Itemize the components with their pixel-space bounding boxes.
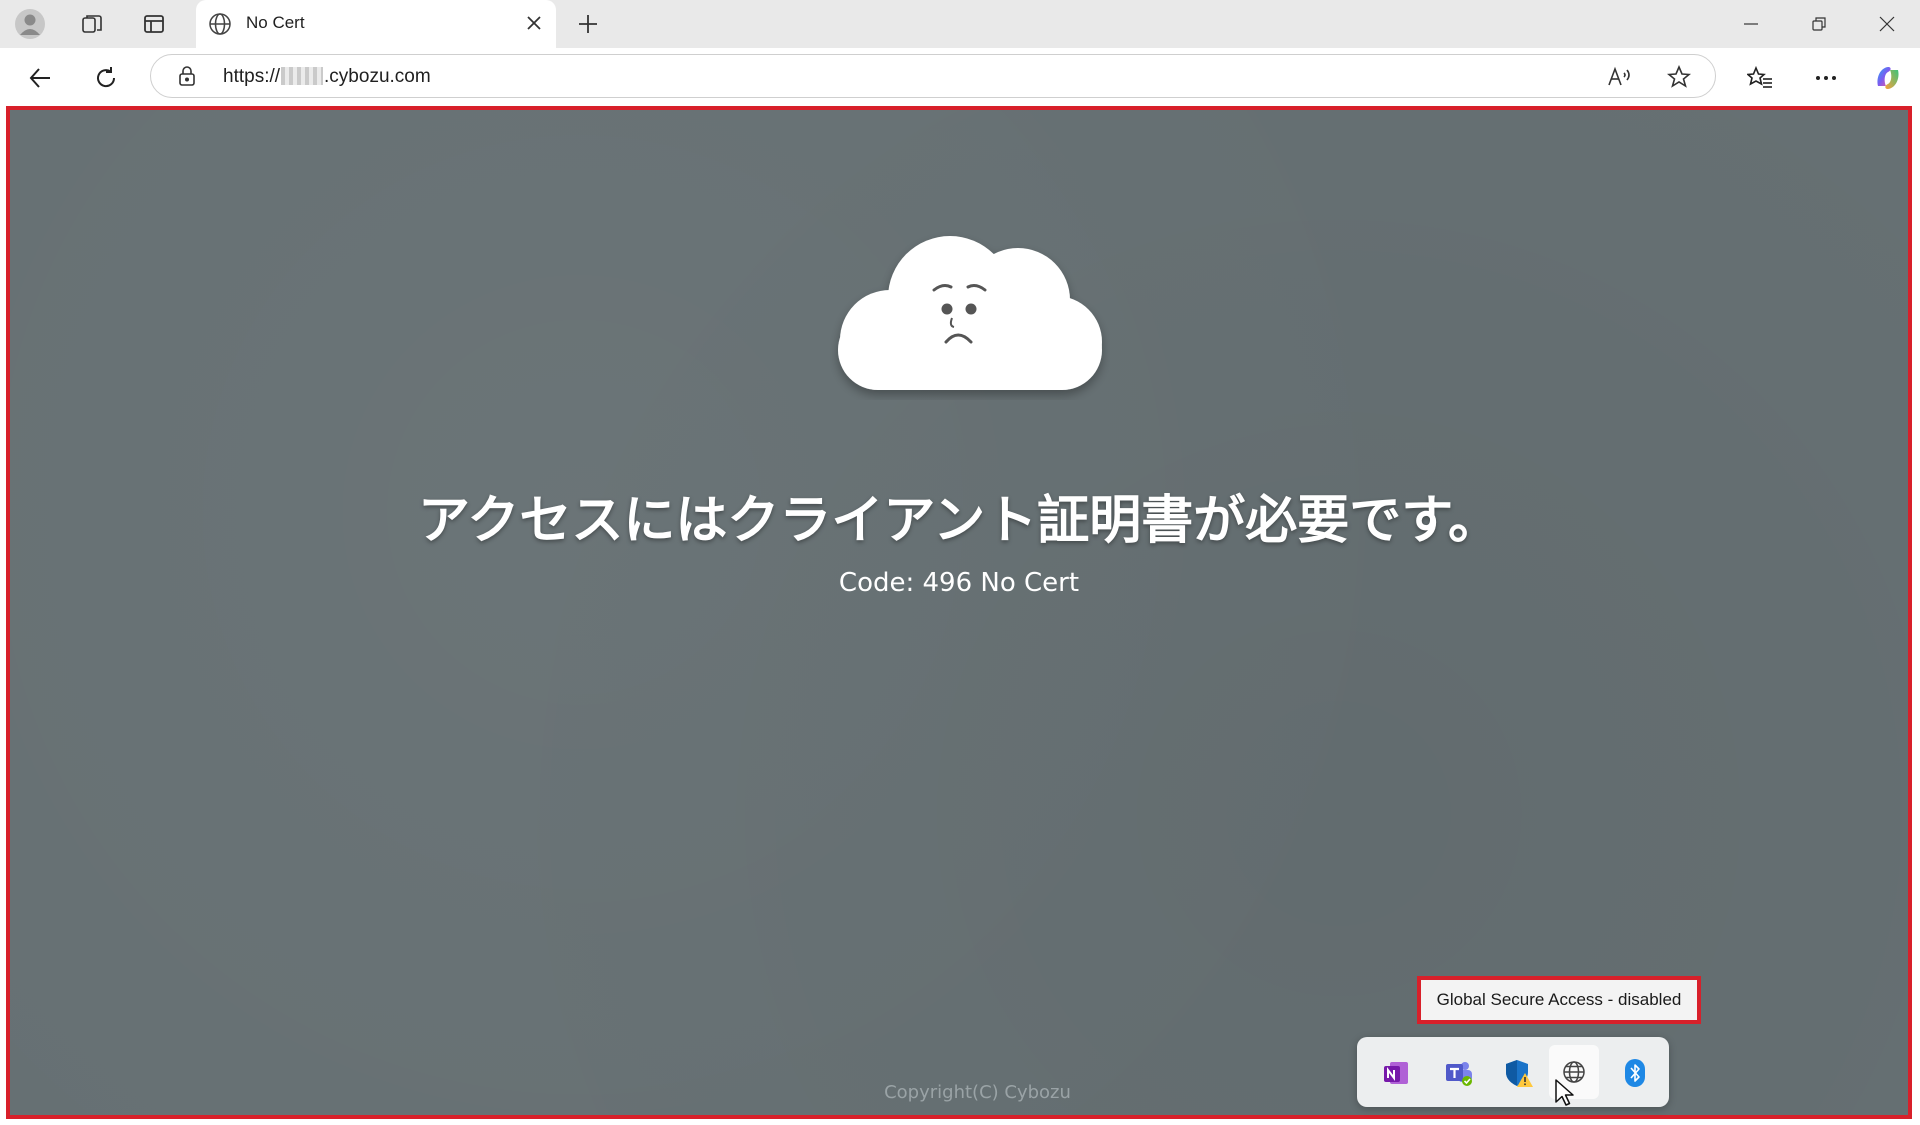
- workspaces-icon[interactable]: [76, 8, 108, 40]
- error-code: Code: 496 No Cert: [838, 568, 1080, 598]
- url-text[interactable]: https:// .cybozu.com: [223, 66, 431, 88]
- onenote-icon[interactable]: [1379, 1055, 1415, 1091]
- defender-warning-icon[interactable]: [1501, 1055, 1537, 1091]
- url-scheme: https://: [223, 66, 281, 87]
- close-tab-icon[interactable]: [524, 13, 544, 37]
- close-window-icon[interactable]: [1864, 6, 1910, 42]
- tooltip-text: Global Secure Access - disabled: [1436, 990, 1682, 1009]
- lock-icon[interactable]: [177, 65, 197, 91]
- url-redacted-subdomain: [281, 67, 324, 85]
- url-domain: .cybozu.com: [324, 66, 431, 87]
- tab-title: No Cert: [246, 13, 305, 32]
- bluetooth-icon[interactable]: [1617, 1055, 1653, 1091]
- favorite-star-icon[interactable]: [1666, 64, 1692, 93]
- tab-no-cert[interactable]: No Cert: [196, 0, 556, 48]
- tab-bar: No Cert: [0, 0, 1920, 48]
- system-tray-flyout: [1357, 1037, 1669, 1107]
- teams-icon[interactable]: [1441, 1055, 1477, 1091]
- more-options-icon[interactable]: [1808, 60, 1844, 96]
- sad-cloud-icon: [838, 236, 1102, 390]
- refresh-icon[interactable]: [88, 60, 124, 96]
- restore-icon[interactable]: [1796, 6, 1842, 42]
- back-icon[interactable]: [22, 60, 58, 96]
- globe-icon: [208, 12, 232, 40]
- address-bar[interactable]: https:// .cybozu.com: [150, 54, 1716, 98]
- tray-tooltip: Global Secure Access - disabled: [1417, 976, 1701, 1024]
- tab-actions-icon[interactable]: [138, 8, 170, 40]
- copilot-icon[interactable]: [1870, 60, 1906, 96]
- mouse-cursor-icon: [1555, 1079, 1574, 1106]
- read-aloud-icon[interactable]: [1607, 65, 1633, 93]
- navigation-bar: https:// .cybozu.com: [0, 48, 1920, 108]
- favorites-icon[interactable]: [1742, 60, 1778, 96]
- new-tab-icon[interactable]: [572, 8, 604, 40]
- error-headline: アクセスにはクライアント証明書が必要です。: [417, 491, 1501, 551]
- minimize-icon[interactable]: [1728, 6, 1774, 42]
- page-content: アクセスにはクライアント証明書が必要です。 Code: 496 No Cert …: [6, 106, 1912, 1119]
- profile-avatar-icon[interactable]: [14, 8, 46, 40]
